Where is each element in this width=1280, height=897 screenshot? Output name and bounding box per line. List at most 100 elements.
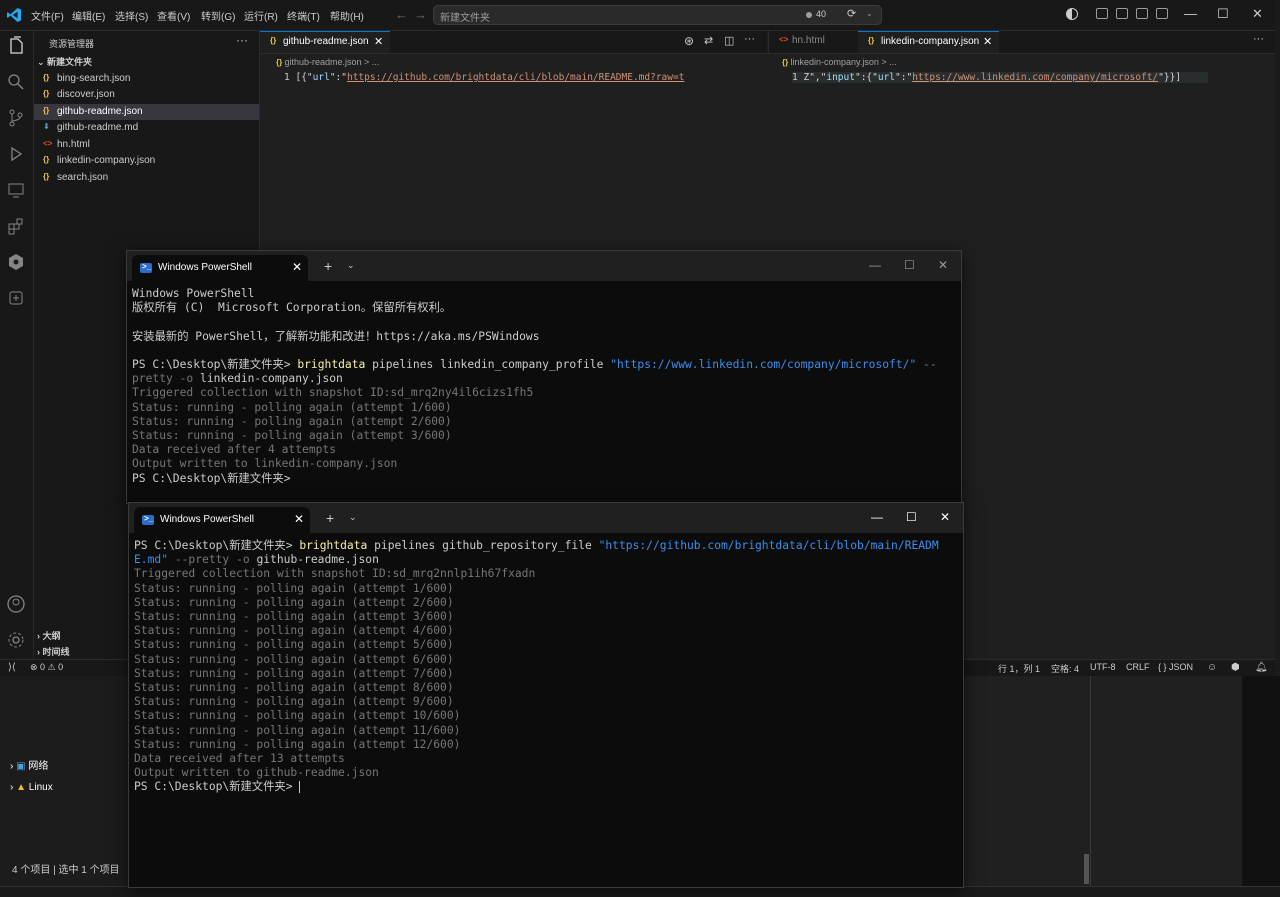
remote-indicator-icon[interactable]: ⟩⟨: [8, 662, 16, 673]
maximize-icon[interactable]: ☐: [1217, 6, 1229, 22]
forward-arrow-icon[interactable]: →: [414, 7, 427, 22]
maximize-icon[interactable]: ☐: [906, 510, 917, 524]
command-line: PS C:\Desktop\新建文件夹> brightdata pipeline…: [134, 539, 939, 552]
new-tab-icon[interactable]: +: [326, 510, 334, 526]
close-window-icon[interactable]: ✕: [940, 510, 950, 524]
dropdown-chevron-icon[interactable]: ⌄: [347, 260, 355, 271]
close-tab-icon[interactable]: ✕: [374, 35, 383, 48]
new-tab-icon[interactable]: +: [324, 258, 332, 274]
menu-terminal[interactable]: 终端(T): [287, 8, 320, 23]
menu-edit[interactable]: 编辑(E): [72, 8, 105, 23]
tab-linkedin-company-json[interactable]: {} linkedin-company.json ✕: [858, 31, 999, 53]
menu-selection[interactable]: 选择(S): [115, 8, 148, 23]
extensions-icon[interactable]: [6, 216, 26, 236]
run-debug-icon[interactable]: [6, 144, 26, 164]
editor-code-right[interactable]: 1 Z","input":{"url":"https://www.linkedi…: [792, 72, 1208, 83]
chevron-down-icon: ⌄: [37, 57, 48, 67]
terminal-output-1[interactable]: Windows PowerShell 版权所有 (C) Microsoft Cor…: [132, 287, 937, 486]
sidebar-title: 资源管理器: [49, 39, 95, 49]
more-actions-icon[interactable]: ···: [1253, 33, 1264, 45]
settings-gear-icon[interactable]: [6, 630, 26, 650]
remote-explorer-icon[interactable]: [6, 180, 26, 200]
notifications-bell-icon[interactable]: 🔔︎: [1255, 662, 1268, 673]
terminal-line: Output written to linkedin-company.json: [132, 457, 398, 471]
compare-icon[interactable]: ⇄: [704, 34, 713, 47]
linux-icon: ▲: [16, 782, 29, 793]
nav-item-linux[interactable]: › ▲ Linux: [10, 782, 53, 793]
file-item[interactable]: ⬇ github-readme.md: [34, 120, 259, 136]
close-tab-icon[interactable]: ✕: [294, 512, 304, 526]
close-icon[interactable]: ✕: [1252, 6, 1263, 22]
line-ending[interactable]: CRLF: [1126, 662, 1150, 672]
minimize-icon[interactable]: —: [869, 258, 881, 272]
menu-go[interactable]: 转到(G): [201, 8, 235, 23]
account-icon[interactable]: [6, 594, 26, 614]
markdown-file-icon: ⬇: [43, 122, 50, 131]
close-window-icon[interactable]: ✕: [938, 258, 948, 272]
breadcrumb-right: {} linkedin-company.json > ...: [782, 57, 897, 67]
encoding[interactable]: UTF-8: [1090, 662, 1116, 672]
search-icon[interactable]: [6, 72, 26, 92]
problems-indicator[interactable]: ⊗ 0 ⚠ 0: [30, 662, 63, 673]
copilot-icon[interactable]: [1066, 8, 1078, 20]
nav-item-network[interactable]: › ▣ 网络: [10, 757, 48, 772]
back-arrow-icon[interactable]: ←: [395, 7, 408, 22]
text-cursor: [299, 781, 301, 794]
minimize-icon[interactable]: —: [1184, 6, 1197, 21]
maximize-icon[interactable]: ☐: [904, 258, 915, 272]
timeline-section[interactable]: › 时间线: [37, 645, 70, 658]
toggle-panel-icon[interactable]: [1136, 8, 1148, 19]
split-editor-icon[interactable]: ◫: [724, 34, 734, 47]
terminal-line: Status: running - polling again (attempt…: [134, 624, 454, 638]
terminal-tab[interactable]: >_ Windows PowerShell ✕: [134, 507, 310, 533]
toggle-secondary-sidebar-icon[interactable]: [1156, 8, 1168, 19]
outline-section[interactable]: › 大纲: [37, 629, 61, 642]
more-actions-icon[interactable]: ···: [236, 33, 248, 47]
close-tab-icon[interactable]: ✕: [292, 260, 302, 274]
terminal-output-2[interactable]: PS C:\Desktop\新建文件夹> brightdata pipeline…: [134, 539, 939, 795]
menu-view[interactable]: 查看(V): [157, 8, 190, 23]
testing-icon[interactable]: [6, 288, 26, 308]
file-item[interactable]: {} linkedin-company.json: [34, 153, 259, 169]
file-name: search.json: [57, 172, 109, 183]
editor-code-left[interactable]: 1 [{"url":"https://github.com/brightdata…: [284, 72, 724, 83]
json-url-link[interactable]: https://www.linkedin.com/company/microso…: [912, 72, 1158, 83]
json-file-icon: {}: [43, 172, 50, 181]
file-item[interactable]: <> hn.html: [34, 137, 259, 153]
terminal-line: Status: running - polling again (attempt…: [134, 652, 454, 666]
chevron-down-icon[interactable]: ⌄: [866, 9, 873, 18]
terminal-tab[interactable]: >_ Windows PowerShell ✕: [132, 255, 308, 281]
json-url-link[interactable]: https://github.com/brightdata/cli/blob/m…: [347, 72, 684, 83]
tab-github-readme-json[interactable]: {} github-readme.json ✕: [260, 31, 390, 53]
language-mode[interactable]: { } JSON: [1158, 662, 1193, 672]
line-number: 1: [792, 72, 798, 83]
file-item[interactable]: {} bing-search.json: [34, 71, 259, 87]
menu-run[interactable]: 运行(R): [244, 8, 278, 23]
file-item[interactable]: {} discover.json: [34, 87, 259, 103]
extension-hex-icon[interactable]: [6, 252, 26, 272]
explorer-icon[interactable]: [6, 36, 26, 56]
terminal-line: Data received after 13 attempts: [134, 752, 345, 766]
source-control-icon[interactable]: [6, 108, 26, 128]
close-tab-icon[interactable]: ✕: [983, 35, 992, 48]
copilot-status-icon[interactable]: ☺: [1207, 662, 1217, 673]
dropdown-chevron-icon[interactable]: ⌄: [349, 512, 357, 523]
command-center[interactable]: 新建文件夹 40 ⟳ ⌄: [433, 5, 882, 25]
menu-file[interactable]: 文件(F): [31, 8, 64, 23]
file-item[interactable]: {} search.json: [34, 170, 259, 186]
tab-hn-html[interactable]: <> hn.html: [769, 31, 857, 53]
menu-help[interactable]: 帮助(H): [330, 8, 364, 23]
toggle-editor-layout-icon[interactable]: [1116, 8, 1128, 19]
file-item-selected[interactable]: {} github-readme.json: [34, 104, 259, 120]
toggle-primary-sidebar-icon[interactable]: [1096, 8, 1108, 19]
scrollbar[interactable]: [1084, 854, 1089, 884]
json-file-icon: {}: [868, 36, 875, 45]
more-actions-icon[interactable]: ···: [744, 33, 755, 45]
extension-status-icon[interactable]: ⬢: [1231, 662, 1240, 673]
cursor-position[interactable]: 行 1，列 1: [998, 662, 1040, 675]
indentation[interactable]: 空格: 4: [1051, 662, 1079, 675]
sync-icon[interactable]: ⟳: [847, 7, 856, 20]
workspace-folder[interactable]: ⌄ 新建文件夹: [37, 55, 92, 68]
minimize-icon[interactable]: —: [871, 510, 883, 524]
copilot-chat-icon[interactable]: ⊛: [684, 34, 694, 48]
